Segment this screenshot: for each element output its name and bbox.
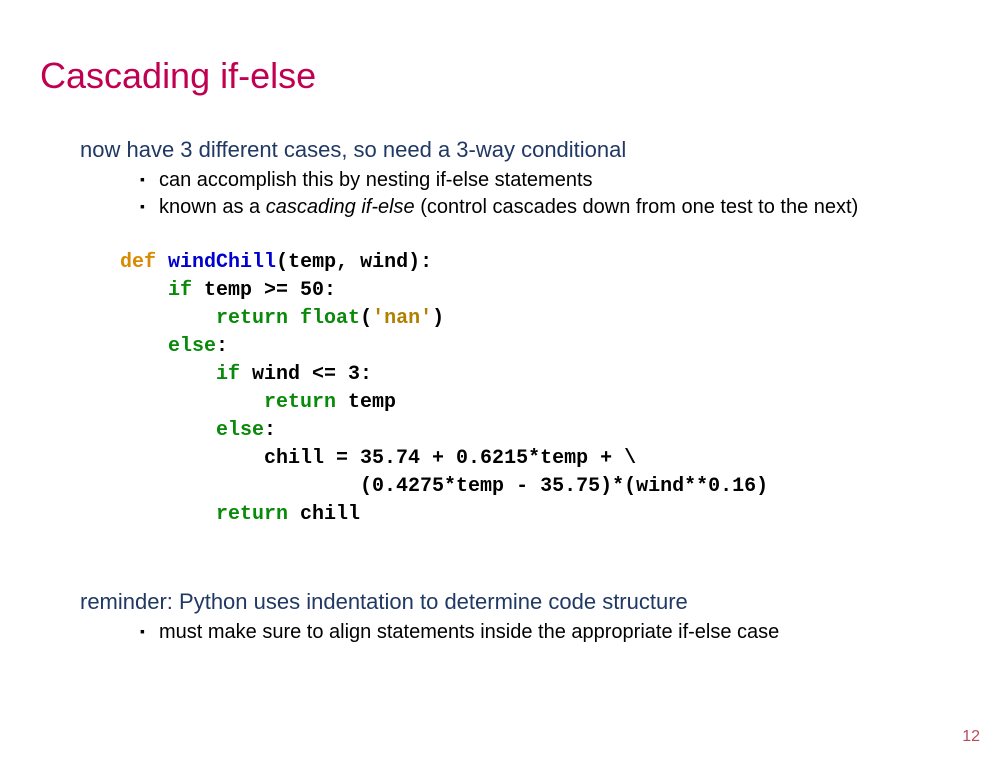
code-text: wind <= 3: bbox=[240, 363, 372, 386]
code-text: : bbox=[264, 419, 276, 442]
code-kw: float bbox=[300, 307, 360, 330]
code-text: ) bbox=[432, 307, 444, 330]
bullet-text: can accomplish this by nesting if-else s… bbox=[159, 169, 593, 191]
bullet-text-italic: cascading if-else bbox=[266, 196, 415, 218]
code-fn-name: windChill bbox=[168, 251, 276, 274]
code-text: (temp, wind): bbox=[276, 251, 432, 274]
bullet-item: known as a cascading if-else (control ca… bbox=[140, 196, 968, 219]
code-text bbox=[120, 335, 168, 358]
code-text: temp >= 50: bbox=[192, 279, 336, 302]
code-text: temp bbox=[336, 391, 396, 414]
code-kw: return bbox=[216, 307, 288, 330]
code-text: (0.4275*temp - 35.75)*(wind**0.16) bbox=[120, 475, 768, 498]
section-2-bullets: must make sure to align statements insid… bbox=[140, 621, 968, 644]
bullet-item: must make sure to align statements insid… bbox=[140, 621, 968, 644]
code-text bbox=[288, 307, 300, 330]
code-block: def windChill(temp, wind): if temp >= 50… bbox=[120, 249, 968, 529]
code-text: : bbox=[216, 335, 228, 358]
code-text bbox=[120, 363, 216, 386]
section-2-heading: reminder: Python uses indentation to det… bbox=[80, 589, 968, 615]
code-text: ( bbox=[360, 307, 372, 330]
code-kw-def: def bbox=[120, 251, 156, 274]
slide-title: Cascading if-else bbox=[40, 55, 968, 97]
code-text bbox=[120, 391, 264, 414]
page-number: 12 bbox=[962, 728, 980, 746]
code-kw: else bbox=[168, 335, 216, 358]
section-1-heading: now have 3 different cases, so need a 3-… bbox=[80, 137, 968, 163]
code-kw: if bbox=[216, 363, 240, 386]
code-text bbox=[120, 419, 216, 442]
code-text bbox=[120, 503, 216, 526]
code-text bbox=[120, 307, 216, 330]
code-kw: return bbox=[264, 391, 336, 414]
code-kw: if bbox=[168, 279, 192, 302]
code-text bbox=[120, 279, 168, 302]
bullet-text-post: (control cascades down from one test to … bbox=[415, 196, 859, 218]
bullet-item: can accomplish this by nesting if-else s… bbox=[140, 169, 968, 192]
bullet-text: known as a bbox=[159, 196, 266, 218]
code-kw: else bbox=[216, 419, 264, 442]
bullet-text: must make sure to align statements insid… bbox=[159, 621, 779, 643]
section-1-bullets: can accomplish this by nesting if-else s… bbox=[140, 169, 968, 219]
code-text: chill bbox=[288, 503, 360, 526]
code-text: chill = 35.74 + 0.6215*temp + \ bbox=[120, 447, 636, 470]
code-string: 'nan' bbox=[372, 307, 432, 330]
code-kw: return bbox=[216, 503, 288, 526]
